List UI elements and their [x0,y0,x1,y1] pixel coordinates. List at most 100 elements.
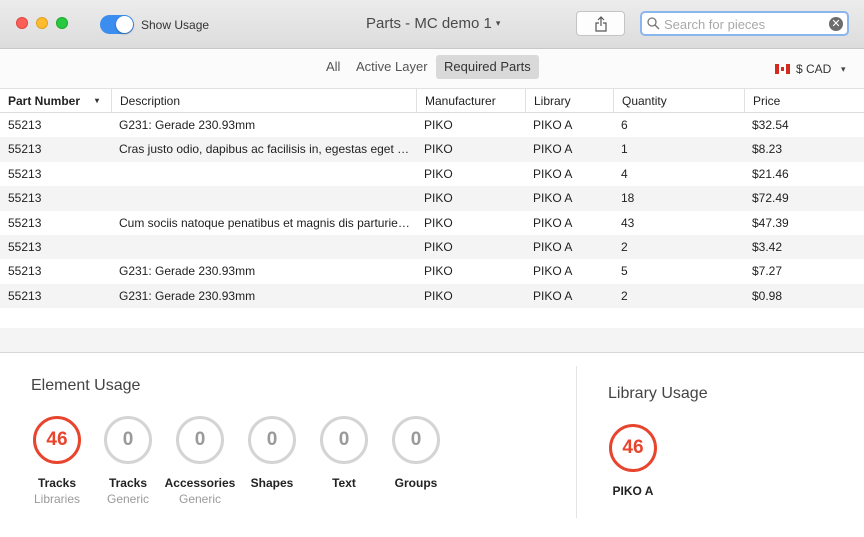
cell-library: PIKO A [533,215,573,230]
cell-part-number: 55213 [8,118,42,132]
minimize-window-button[interactable] [36,17,48,29]
cell-quantity: 2 [621,239,628,254]
column-header-quantity[interactable]: Quantity [613,89,744,113]
filter-required-parts[interactable]: Required Parts [436,55,539,79]
filter-bar: All Active Layer Required Parts $ CAD ▾ [0,49,864,89]
cell-price: $0.98 [752,288,783,303]
close-window-button[interactable] [16,17,28,29]
column-header-price[interactable]: Price [744,89,864,113]
usage-sublabel: Generic [106,492,150,506]
share-icon [595,16,607,32]
section-divider [0,352,864,353]
cell-part-number: 55213 [8,288,42,303]
title-bar: Show Usage Parts - MC demo 1▾ ✕ [0,0,864,49]
canada-flag-icon [775,64,790,74]
usage-library-piko-a[interactable]: 46 PIKO A [597,424,669,498]
element-usage-title: Element Usage [31,377,141,394]
cell-quantity: 18 [621,191,635,206]
usage-count-ring: 0 [104,416,152,464]
cell-price: $3.42 [752,239,783,254]
cell-manufacturer: PIKO [424,239,453,254]
cell-manufacturer: PIKO [424,288,453,303]
search-field[interactable]: ✕ [640,11,849,36]
cell-price: $8.23 [752,142,783,157]
cell-part-number: 55213 [8,264,42,279]
usage-tracks-generic[interactable]: 0 Tracks Generic [92,416,164,506]
table-row[interactable]: 55213 PIKO PIKO A 4 $21.46 [0,162,864,186]
column-header-description[interactable]: Description [111,89,416,113]
usage-count-ring: 0 [392,416,440,464]
table-row[interactable]: 55213 G231: Gerade 230.93mm PIKO PIKO A … [0,259,864,283]
cell-price: $21.46 [752,166,789,181]
cell-library: PIKO A [533,264,573,279]
clear-search-icon[interactable]: ✕ [829,17,843,31]
table-body: 55213 G231: Gerade 230.93mm PIKO PIKO A … [0,113,864,309]
cell-price: $72.49 [752,191,789,206]
zoom-window-button[interactable] [56,17,68,29]
usage-shapes[interactable]: 0 Shapes [236,416,308,490]
table-row[interactable]: 55213 PIKO PIKO A 2 $3.42 [0,234,864,260]
cell-manufacturer: PIKO [424,118,453,132]
cell-description: Cras justo odio, dapibus ac facilisis in… [119,142,415,157]
usage-sublabel: Generic [178,492,222,506]
currency-label: $ CAD [796,62,832,76]
usage-count-ring: 0 [320,416,368,464]
window-title: Parts - MC demo 1 [366,15,492,32]
cell-manufacturer: PIKO [424,264,453,279]
column-header-library[interactable]: Library [525,89,613,113]
cell-description: G231: Gerade 230.93mm [119,118,256,132]
cell-quantity: 6 [621,118,628,132]
show-usage-toggle[interactable] [100,15,134,34]
usage-count-ring: 0 [248,416,296,464]
table-row[interactable]: 55213 PIKO PIKO A 18 $72.49 [0,186,864,211]
chevron-down-icon[interactable]: ▾ [841,64,846,75]
usage-sublabel: Libraries [33,492,81,506]
filter-active-layer[interactable]: Active Layer [348,55,436,79]
column-header-part-number[interactable]: Part Number ▾ [0,89,111,113]
cell-description: Cum sociis natoque penatibus et magnis d… [119,215,415,230]
search-input[interactable] [664,15,824,33]
cell-manufacturer: PIKO [424,215,453,230]
window-title-menu[interactable]: Parts - MC demo 1 ▾ [366,15,500,32]
table-row[interactable]: 55213 Cras justo odio, dapibus ac facili… [0,137,864,162]
cell-quantity: 5 [621,264,628,279]
cell-manufacturer: PIKO [424,142,453,157]
usage-label: Shapes [250,476,294,490]
cell-quantity: 1 [621,142,628,157]
panel-divider [576,366,577,518]
usage-label: PIKO A [612,484,654,498]
usage-label: Groups [394,476,438,490]
show-usage-label: Show Usage [141,18,210,32]
cell-part-number: 55213 [8,215,42,230]
cell-library: PIKO A [533,191,573,206]
table-row[interactable]: 55213 Cum sociis natoque penatibus et ma… [0,211,864,235]
table-row[interactable]: 55213 G231: Gerade 230.93mm PIKO PIKO A … [0,113,864,137]
cell-description: G231: Gerade 230.93mm [119,288,256,303]
cell-library: PIKO A [533,239,573,254]
empty-table-row [0,328,864,352]
currency-selector[interactable]: $ CAD [775,62,831,76]
table-row[interactable]: 55213 G231: Gerade 230.93mm PIKO PIKO A … [0,283,864,309]
cell-library: PIKO A [533,142,573,157]
cell-price: $7.27 [752,264,783,279]
usage-label: Accessories [164,476,236,490]
column-label: Part Number [8,94,81,108]
cell-part-number: 55213 [8,239,42,254]
cell-part-number: 55213 [8,166,42,181]
usage-text[interactable]: 0 Text [308,416,380,490]
share-button[interactable] [576,11,625,36]
cell-description [111,186,415,210]
filter-all[interactable]: All [318,55,348,79]
search-icon [647,17,660,30]
cell-part-number: 55213 [8,191,42,206]
chevron-down-icon: ▾ [495,18,501,28]
cell-quantity: 43 [621,215,635,230]
column-header-manufacturer[interactable]: Manufacturer [416,89,525,113]
cell-library: PIKO A [533,118,573,132]
usage-accessories[interactable]: 0 Accessories Generic [164,416,236,506]
usage-tracks-libraries[interactable]: 46 Tracks Libraries [21,416,93,506]
cell-price: $47.39 [752,215,789,230]
cell-manufacturer: PIKO [424,191,453,206]
usage-groups[interactable]: 0 Groups [380,416,452,490]
cell-description: G231: Gerade 230.93mm [119,264,256,279]
